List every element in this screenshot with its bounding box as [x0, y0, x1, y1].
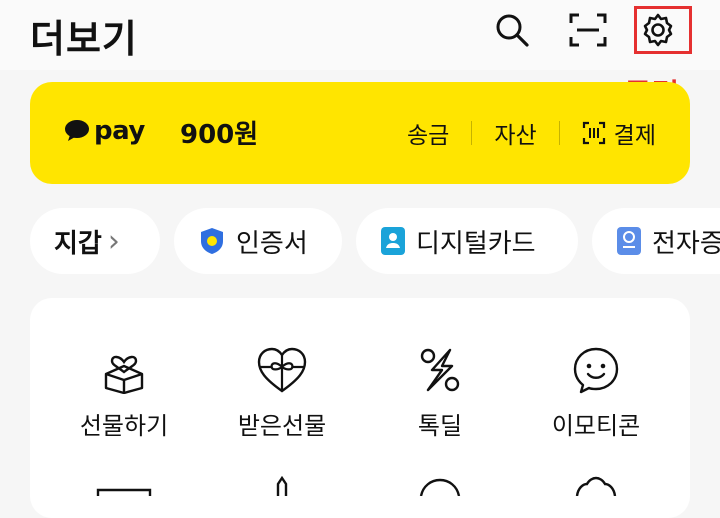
pay-actions: 송금 자산 결제 [407, 116, 656, 150]
transfer-button[interactable]: 송금 [407, 116, 449, 150]
grid-item-emoticon[interactable]: 이모티콘 [516, 342, 676, 441]
gift-box-icon [44, 342, 204, 398]
assets-button[interactable]: 자산 [494, 116, 536, 150]
chip-wallet[interactable]: 지갑 › [30, 208, 160, 274]
id-card-icon [380, 226, 406, 256]
pay-label: pay [94, 116, 145, 146]
divider [471, 121, 473, 145]
chip-e-document[interactable]: 전자증 [592, 208, 720, 274]
chip-certificate[interactable]: 인증서 [174, 208, 342, 274]
grid-item-gift[interactable]: 선물하기 [44, 342, 204, 441]
top-bar: 더보기 [0, 0, 720, 70]
payment-button[interactable]: 결제 [582, 116, 656, 150]
gift-heart-icon [202, 342, 362, 398]
talk-bubble-icon [65, 120, 89, 141]
barcode-scan-icon [582, 121, 605, 145]
partial-row-icon [360, 476, 520, 496]
scan-icon[interactable] [568, 10, 608, 50]
pay-brand: pay [64, 116, 145, 146]
smile-icon [516, 342, 676, 398]
pay-balance: 900원 [180, 120, 259, 150]
shield-icon [198, 226, 226, 256]
grid-item-talk-deal[interactable]: 톡딜 [360, 342, 520, 441]
search-icon[interactable] [492, 10, 532, 50]
partial-row-icon [516, 476, 676, 496]
partial-row-icon [202, 476, 362, 496]
divider [558, 121, 560, 145]
document-icon [616, 226, 642, 256]
percent-bolt-icon [360, 342, 520, 398]
pay-card[interactable]: pay 900원 송금 자산 결제 [30, 82, 690, 184]
page-title: 더보기 [30, 17, 138, 61]
chevron-right-icon: › [107, 223, 120, 259]
quick-chips: 지갑 › 인증서 디지털카드 전자증 [30, 208, 720, 274]
settings-highlight-box [634, 6, 692, 54]
service-grid: 선물하기 받은선물 톡딜 이모티콘 [30, 298, 690, 518]
grid-item-received-gift[interactable]: 받은선물 [202, 342, 362, 441]
chip-digital-card[interactable]: 디지털카드 [356, 208, 578, 274]
partial-row-icon [44, 476, 204, 496]
